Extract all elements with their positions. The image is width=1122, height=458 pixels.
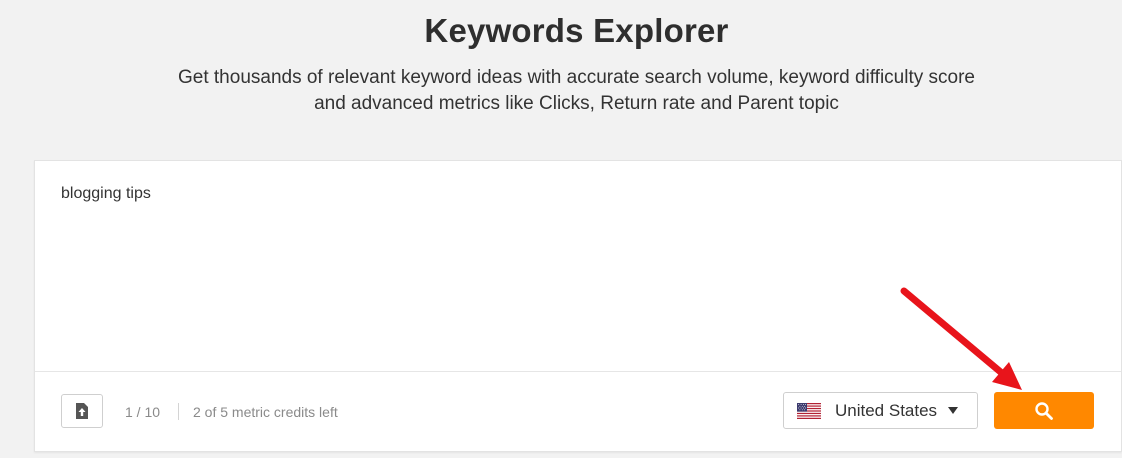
- file-upload-icon: [76, 403, 88, 419]
- subtitle-line-2: and advanced metrics like Clicks, Return…: [314, 93, 839, 114]
- us-flag-icon: [797, 402, 821, 419]
- chevron-down-icon: [948, 407, 959, 414]
- search-card: blogging tips 1 / 10 2 of 5 metric credi…: [34, 160, 1122, 452]
- search-button[interactable]: [994, 392, 1094, 429]
- country-select-label: United States: [835, 400, 938, 420]
- metric-credits-text: 2 of 5 metric credits left: [193, 404, 338, 420]
- keyword-counter: 1 / 10: [125, 404, 161, 420]
- keywords-explorer-page: Keywords Explorer Get thousands of relev…: [0, 0, 1122, 458]
- magnifier-icon: [1035, 401, 1053, 420]
- subtitle-line-1: Get thousands of relevant keyword ideas …: [178, 67, 975, 88]
- page-title: Keywords Explorer: [424, 12, 729, 49]
- divider: [35, 371, 1121, 372]
- country-select[interactable]: United States: [783, 392, 978, 429]
- page-subtitle: Get thousands of relevant keyword ideas …: [0, 65, 1122, 117]
- upload-file-button[interactable]: [61, 394, 103, 428]
- keywords-textarea[interactable]: blogging tips: [35, 161, 1121, 371]
- counter-separator: [178, 403, 179, 420]
